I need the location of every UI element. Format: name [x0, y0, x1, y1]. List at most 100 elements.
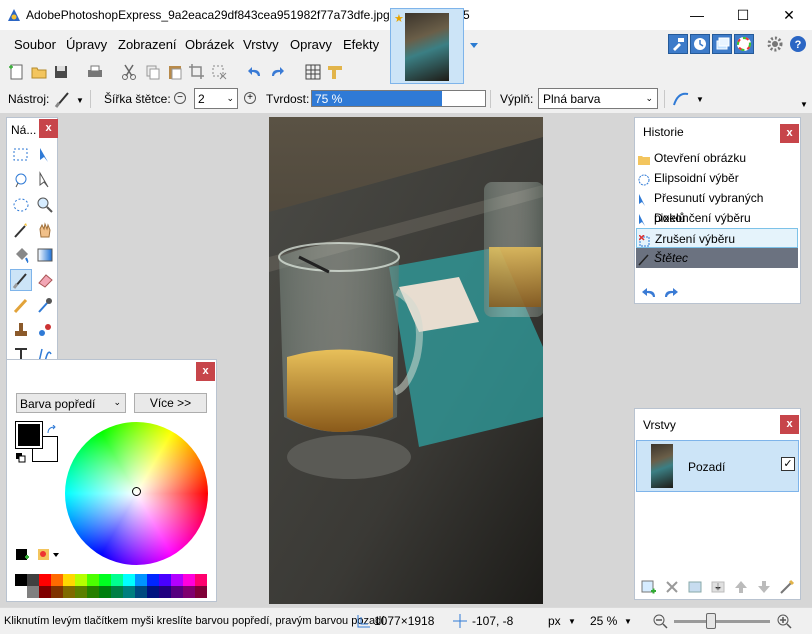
zoom-slider-thumb[interactable] — [705, 613, 716, 629]
hardness-slider[interactable]: 75 % — [311, 90, 486, 107]
history-item[interactable]: Dokončení výběru — [636, 208, 798, 228]
palette-swatch[interactable] — [51, 574, 63, 586]
palette-swatch[interactable] — [51, 586, 63, 598]
add-layer-icon[interactable] — [641, 579, 657, 595]
tools-window-toggle[interactable] — [668, 34, 688, 54]
zoom-out-icon[interactable] — [652, 613, 668, 629]
palette-swatch[interactable] — [195, 586, 207, 598]
menu-vrstvy[interactable]: Vrstvy — [243, 34, 279, 56]
palette-swatch[interactable] — [75, 574, 87, 586]
palette-swatch[interactable] — [183, 586, 195, 598]
palette-swatch[interactable] — [159, 574, 171, 586]
paint-bucket-icon[interactable] — [12, 246, 30, 264]
palette-swatch[interactable] — [27, 586, 39, 598]
cut-icon[interactable] — [120, 63, 138, 81]
palette-swatch[interactable] — [111, 586, 123, 598]
copy-icon[interactable] — [144, 63, 162, 81]
menu-soubor[interactable]: Soubor — [14, 34, 56, 56]
merge-layer-down-icon[interactable] — [710, 579, 726, 595]
layer-row[interactable]: Pozadí ✓ — [636, 440, 799, 492]
more-colors-button[interactable]: Více >> — [134, 393, 207, 413]
print-icon[interactable] — [86, 63, 104, 81]
color-wheel-cursor[interactable] — [132, 487, 141, 496]
pan-icon[interactable] — [36, 221, 54, 239]
tool-dropdown-icon[interactable]: ▼ — [76, 96, 84, 105]
chevron-down-icon[interactable]: ▼ — [624, 617, 632, 626]
zoom-level[interactable]: 25 % — [590, 614, 617, 628]
settings-icon[interactable] — [766, 35, 784, 53]
palette-swatch[interactable] — [39, 586, 51, 598]
layer-properties-icon[interactable] — [779, 579, 795, 595]
palette-swatch[interactable] — [63, 574, 75, 586]
save-icon[interactable] — [52, 63, 70, 81]
antialias-icon[interactable] — [672, 90, 690, 108]
clone-stamp-icon[interactable] — [12, 321, 30, 339]
history-window-toggle[interactable] — [690, 34, 710, 54]
palette-swatch[interactable] — [195, 574, 207, 586]
units-select[interactable]: px — [548, 614, 561, 628]
new-image-icon[interactable] — [8, 63, 26, 81]
pencil-icon[interactable] — [12, 296, 30, 314]
history-item[interactable]: Otevření obrázku — [636, 148, 798, 168]
maximize-button[interactable]: ☐ — [720, 0, 766, 30]
palette-swatch[interactable] — [171, 586, 183, 598]
history-item[interactable]: Štětec — [636, 248, 798, 268]
menu-efekty[interactable]: Efekty — [343, 34, 379, 56]
canvas-image[interactable] — [269, 117, 543, 604]
help-icon[interactable]: ? — [789, 35, 807, 53]
palette-swatch[interactable] — [75, 586, 87, 598]
menu-upravy[interactable]: Úpravy — [66, 34, 107, 56]
add-to-palette-icon[interactable] — [16, 548, 30, 562]
palette-swatch[interactable] — [27, 574, 39, 586]
delete-layer-icon[interactable] — [664, 579, 680, 595]
image-tab[interactable]: ★ — [390, 8, 464, 84]
palette-swatch[interactable] — [183, 574, 195, 586]
width-increase-icon[interactable]: + — [244, 92, 256, 104]
menu-zobrazeni[interactable]: Zobrazení — [118, 34, 177, 56]
recolor-icon[interactable] — [36, 321, 54, 339]
palette-swatch[interactable] — [87, 586, 99, 598]
palette-swatch[interactable] — [87, 574, 99, 586]
history-item[interactable]: Elipsoidní výběr — [636, 168, 798, 188]
zoom-icon[interactable] — [36, 196, 54, 214]
toolbar-overflow-icon[interactable]: ▼ — [800, 100, 808, 109]
minimize-button[interactable]: — — [674, 0, 720, 30]
palette-swatch[interactable] — [39, 574, 51, 586]
color-mode-select[interactable]: Barva popředí ⌄ — [16, 393, 126, 413]
palette-swatch[interactable] — [135, 574, 147, 586]
colors-panel-close-button[interactable]: x — [196, 362, 215, 381]
ellipse-select-icon[interactable] — [12, 196, 30, 214]
color-picker-icon[interactable] — [36, 296, 54, 314]
palette-swatch[interactable] — [111, 574, 123, 586]
history-item[interactable]: Přesunutí vybraných pixelů — [636, 188, 798, 225]
grid-icon[interactable] — [304, 63, 322, 81]
history-panel-close-button[interactable]: x — [780, 124, 799, 143]
reset-colors-icon[interactable] — [16, 452, 26, 463]
palette-swatch[interactable] — [99, 586, 111, 598]
magic-wand-icon[interactable] — [12, 221, 30, 239]
paste-icon[interactable] — [166, 63, 184, 81]
layers-window-toggle[interactable] — [712, 34, 732, 54]
palette-swatch[interactable] — [135, 586, 147, 598]
paintbrush-tool-icon[interactable] — [54, 90, 72, 108]
move-layer-down-icon[interactable] — [756, 579, 772, 595]
open-icon[interactable] — [30, 63, 48, 81]
move-selected-icon[interactable] — [36, 146, 54, 164]
fill-select[interactable]: Plná barva ⌄ — [538, 88, 658, 109]
palette-swatch[interactable] — [123, 574, 135, 586]
deselect-tool-icon[interactable] — [210, 63, 228, 81]
palette-swatch[interactable] — [99, 574, 111, 586]
primary-color-swatch[interactable] — [15, 421, 43, 449]
menu-obrazek[interactable]: Obrázek — [185, 34, 234, 56]
palette-swatch[interactable] — [159, 586, 171, 598]
duplicate-layer-icon[interactable] — [687, 579, 703, 595]
history-item[interactable]: Zrušení výběru — [636, 228, 798, 248]
gradient-icon[interactable] — [36, 246, 54, 264]
palette-swatch[interactable] — [63, 586, 75, 598]
colors-window-toggle[interactable] — [734, 34, 754, 54]
paintbrush-icon[interactable] — [10, 269, 32, 291]
menu-opravy[interactable]: Opravy — [290, 34, 332, 56]
rectangle-select-icon[interactable] — [12, 146, 30, 164]
eraser-icon[interactable] — [36, 271, 54, 289]
crop-icon[interactable] — [188, 63, 206, 81]
